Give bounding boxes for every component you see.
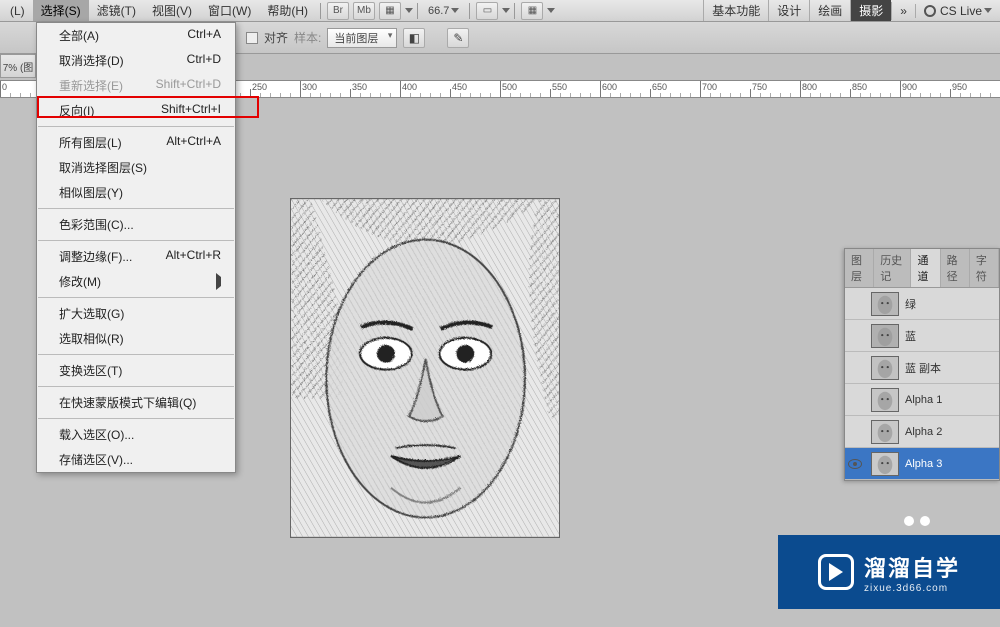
channel-row-蓝副本[interactable]: 蓝 副本 [845,352,999,384]
ignore-adjust-icon[interactable]: ◧ [403,28,425,48]
menu-item-filter[interactable]: 滤镜(T) [89,0,144,21]
menu-item-select[interactable]: 选择(S) [33,0,89,21]
sample-label: 样本: [294,29,321,46]
menu-item-m[interactable]: 修改(M) [37,269,235,294]
panel-tab-通道[interactable]: 通道 [911,249,940,287]
channel-thumbnail [871,388,899,412]
menu-item-help[interactable]: 帮助(H) [259,0,316,21]
workspace-more[interactable]: » [891,2,915,20]
watermark-url: zixue.3d66.com [864,583,960,594]
panel-tab-历史记[interactable]: 历史记 [874,249,911,287]
menu-item-v[interactable]: 存储选区(V)... [37,447,235,472]
workspace-essentials[interactable]: 基本功能 [703,0,768,21]
watermark-title: 溜溜自学 [864,551,960,583]
panel-tabs: 图层历史记通道路径字符 [845,249,999,288]
bridge-icon[interactable]: Br [327,2,349,20]
play-icon [818,554,854,590]
channel-row-Alpha1[interactable]: Alpha 1 [845,384,999,416]
workspace-design[interactable]: 设计 [768,0,809,21]
panel-tab-图层[interactable]: 图层 [845,249,874,287]
menu-item-l[interactable]: (L) [2,2,33,20]
menu-item-f[interactable]: 调整边缘(F)...Alt+Ctrl+R [37,244,235,269]
menu-item-r[interactable]: 选取相似(R) [37,326,235,351]
document-canvas[interactable] [290,198,560,538]
channel-name: Alpha 3 [905,458,942,470]
menu-item-view[interactable]: 视图(V) [144,0,200,21]
watermark-banner: 溜溜自学 zixue.3d66.com [778,535,1000,609]
menu-item-s[interactable]: 取消选择图层(S) [37,155,235,180]
channel-thumbnail [871,452,899,476]
channel-name: 蓝 [905,328,916,344]
cslive-icon [924,5,936,17]
visibility-toggle[interactable] [845,459,865,469]
menu-item-y[interactable]: 相似图层(Y) [37,180,235,205]
menu-item-window[interactable]: 窗口(W) [200,0,259,21]
menu-item-l[interactable]: 所有图层(L)Alt+Ctrl+A [37,130,235,155]
arrange-icon[interactable]: ▭ [476,2,498,20]
sample-select[interactable]: 当前图层 [327,28,397,48]
menubar: (L) 选择(S) 滤镜(T) 视图(V) 窗口(W) 帮助(H) Br Mb … [0,0,1000,22]
menu-item-a[interactable]: 全部(A)Ctrl+A [37,23,235,48]
menu-item-i[interactable]: 反向(I)Shift+Ctrl+I [37,98,235,123]
menu-item-d[interactable]: 取消选择(D)Ctrl+D [37,48,235,73]
channel-thumbnail [871,324,899,348]
panel-tab-字符[interactable]: 字符 [970,249,999,287]
align-checkbox[interactable] [246,32,258,44]
channel-name: 蓝 副本 [905,360,941,376]
menu-item-g[interactable]: 扩大选取(G) [37,301,235,326]
menu-item-t[interactable]: 变换选区(T) [37,358,235,383]
channel-name: 绿 [905,296,916,312]
channel-row-Alpha3[interactable]: Alpha 3 [845,448,999,480]
channel-thumbnail [871,420,899,444]
brush-pressure-icon[interactable]: ✎ [447,28,469,48]
extras-icon[interactable]: ▦ [521,2,543,20]
channel-name: Alpha 2 [905,426,942,438]
canvas-image [291,199,559,537]
channel-thumbnail [871,292,899,316]
channels-panel: 图层历史记通道路径字符 绿蓝蓝 副本 Alpha 1 Alpha 2 Alpha 3 [844,248,1000,481]
channel-thumbnail [871,356,899,380]
menu-item-e: 重新选择(E)Shift+Ctrl+D [37,73,235,98]
panel-tab-路径[interactable]: 路径 [941,249,970,287]
workspace-photo[interactable]: 摄影 [850,0,891,21]
channel-name: Alpha 1 [905,394,942,406]
dots-decoration [904,516,930,526]
cslive-button[interactable]: CS Live [915,4,1000,18]
doc-tab-fragment[interactable]: 7% (图 [0,54,36,78]
align-label: 对齐 [264,29,288,46]
menu-item-q[interactable]: 在快速蒙版模式下编辑(Q) [37,390,235,415]
menu-item-o[interactable]: 载入选区(O)... [37,422,235,447]
screenmode-icon[interactable]: ▦ [379,2,401,20]
channel-row-Alpha2[interactable]: Alpha 2 [845,416,999,448]
channel-row-绿[interactable]: 绿 [845,288,999,320]
channel-row-蓝[interactable]: 蓝 [845,320,999,352]
menu-item-c[interactable]: 色彩范围(C)... [37,212,235,237]
zoom-value[interactable]: 66.7 [428,5,459,17]
workspace-paint[interactable]: 绘画 [809,0,850,21]
select-menu-dropdown: 全部(A)Ctrl+A取消选择(D)Ctrl+D重新选择(E)Shift+Ctr… [36,22,236,473]
minibridge-icon[interactable]: Mb [353,2,375,20]
